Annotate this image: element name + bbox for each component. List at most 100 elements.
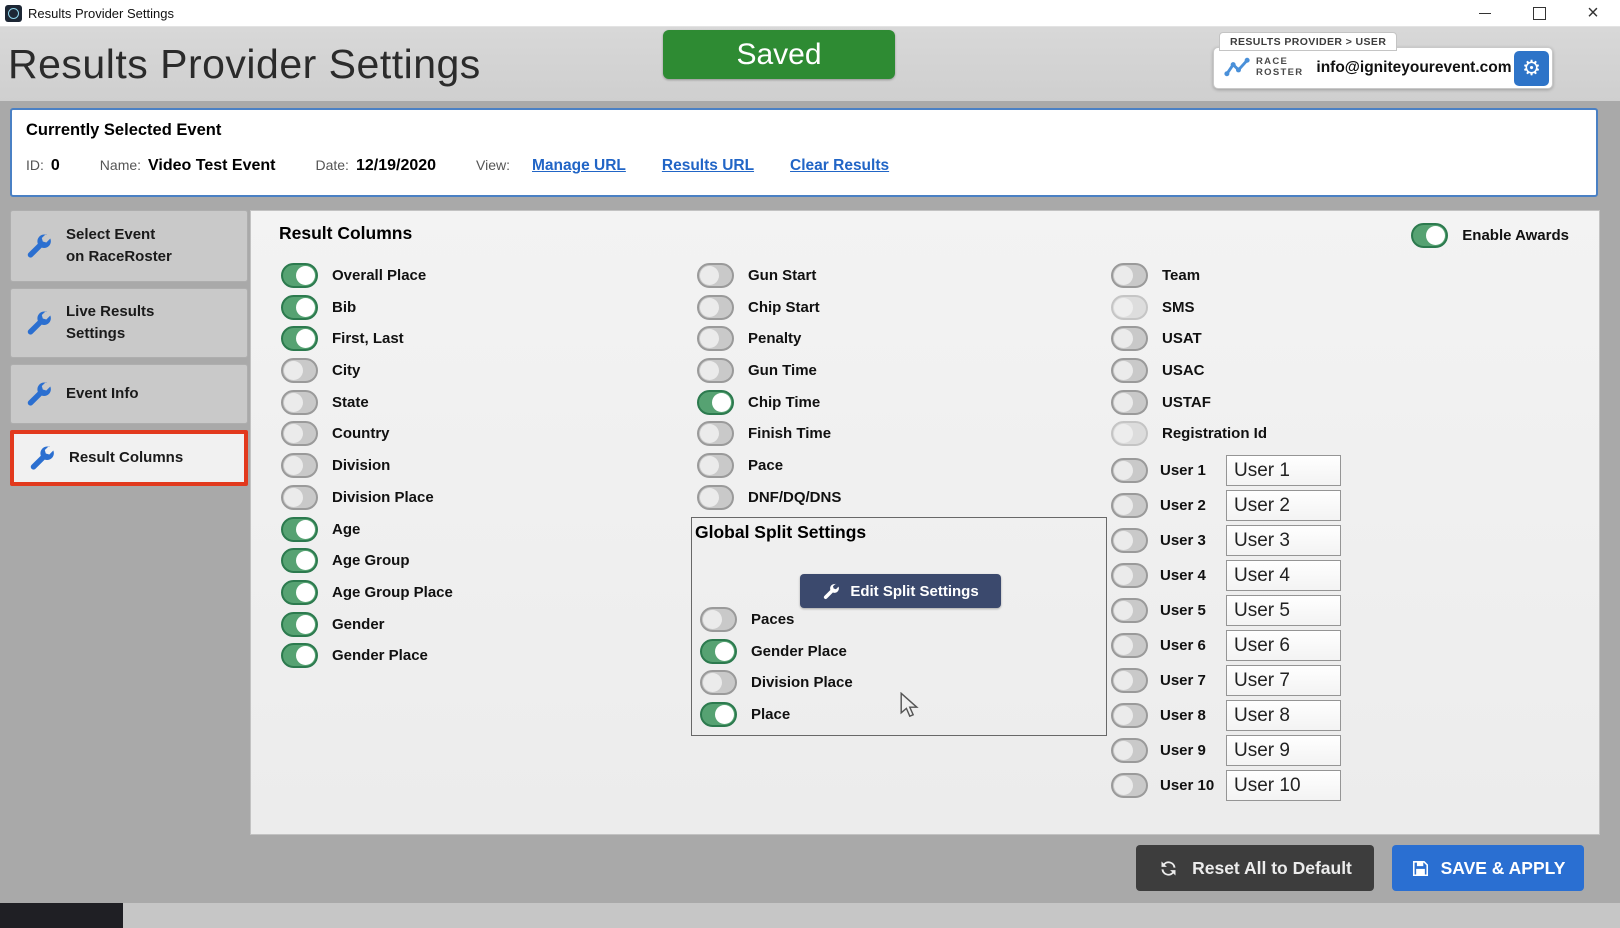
toggle-user-2[interactable] (1111, 493, 1148, 518)
toggle-division[interactable] (281, 453, 318, 478)
user-4-input[interactable] (1226, 560, 1341, 591)
toggle-label-age-group-place: Age Group Place (332, 584, 453, 601)
toggle-usat[interactable] (1111, 326, 1148, 351)
minimize-button[interactable] (1458, 0, 1512, 26)
toggle-label-usat: USAT (1162, 330, 1202, 347)
toggle-user-1[interactable] (1111, 458, 1148, 483)
race-roster-logo: RACE ROSTER (1224, 56, 1303, 80)
toggle-gender[interactable] (281, 612, 318, 637)
user-label-2: User 2 (1160, 497, 1222, 514)
toggle-division-place[interactable] (700, 670, 737, 695)
reset-all-button[interactable]: Reset All to Default (1136, 845, 1374, 891)
link-results-url[interactable]: Results URL (662, 157, 754, 175)
user-label-3: User 3 (1160, 532, 1222, 549)
save-apply-button[interactable]: SAVE & APPLY (1392, 845, 1584, 891)
window-titlebar: Results Provider Settings × (0, 0, 1620, 27)
toggle-pace[interactable] (697, 453, 734, 478)
reset-all-label: Reset All to Default (1192, 858, 1352, 879)
enable-awards-label: Enable Awards (1462, 227, 1569, 244)
user-3-input[interactable] (1226, 525, 1341, 556)
toggle-user-7[interactable] (1111, 668, 1148, 693)
toggle-registration-id[interactable] (1111, 421, 1148, 446)
sidebar-item-select-event-on-raceroster[interactable]: Select Eventon RaceRoster (10, 210, 248, 282)
toggle-bib[interactable] (281, 295, 318, 320)
toggle-sms[interactable] (1111, 295, 1148, 320)
user-9-input[interactable] (1226, 735, 1341, 766)
toggle-label-ustaf: USTAF (1162, 394, 1211, 411)
user-8-input[interactable] (1226, 700, 1341, 731)
toggle-age-group[interactable] (281, 548, 318, 573)
toggle-label-dnf-dq-dns: DNF/DQ/DNS (748, 489, 841, 506)
toggle-user-3[interactable] (1111, 528, 1148, 553)
user-label-5: User 5 (1160, 602, 1222, 619)
toggle-gender-place[interactable] (281, 643, 318, 668)
toggle-user-5[interactable] (1111, 598, 1148, 623)
toggle-user-10[interactable] (1111, 773, 1148, 798)
user-1-input[interactable] (1226, 455, 1341, 486)
mouse-cursor (898, 692, 920, 718)
toggle-label-gun-time: Gun Time (748, 362, 817, 379)
toggle-label-age-group: Age Group (332, 552, 410, 569)
toggle-user-4[interactable] (1111, 563, 1148, 588)
edit-split-settings-button[interactable]: Edit Split Settings (800, 574, 1001, 608)
toggle-gender-place[interactable] (700, 639, 737, 664)
toggle-label-registration-id: Registration Id (1162, 425, 1267, 442)
user-row-10: User 10 (1111, 769, 1341, 802)
toggle-gun-start[interactable] (697, 263, 734, 288)
toggle-row: Gender Place (700, 639, 853, 664)
toggle-row: First, Last (281, 326, 453, 351)
toggle-chip-start[interactable] (697, 295, 734, 320)
toggle-chip-time[interactable] (697, 390, 734, 415)
toggle-first-last[interactable] (281, 326, 318, 351)
user-10-input[interactable] (1226, 770, 1341, 801)
settings-button[interactable]: ⚙ (1514, 51, 1549, 86)
wrench-icon (28, 445, 54, 471)
toggle-user-9[interactable] (1111, 738, 1148, 763)
toggle-team[interactable] (1111, 263, 1148, 288)
toggle-usac[interactable] (1111, 358, 1148, 383)
account-email: info@igniteyourevent.com (1316, 59, 1511, 77)
toggle-row: Registration Id (1111, 421, 1267, 446)
toggle-penalty[interactable] (697, 326, 734, 351)
user-7-input[interactable] (1226, 665, 1341, 696)
toggle-row: SMS (1111, 295, 1267, 320)
user-label-6: User 6 (1160, 637, 1222, 654)
toggle-dnf-dq-dns[interactable] (697, 485, 734, 510)
toggle-gun-time[interactable] (697, 358, 734, 383)
toggle-row: Gender (281, 612, 453, 637)
toggle-row: City (281, 358, 453, 383)
sidebar-item-event-info[interactable]: Event Info (10, 364, 248, 424)
toggle-row: Age Group (281, 548, 453, 573)
user-2-input[interactable] (1226, 490, 1341, 521)
link-clear-results[interactable]: Clear Results (790, 157, 889, 175)
toggle-user-6[interactable] (1111, 633, 1148, 658)
user-6-input[interactable] (1226, 630, 1341, 661)
sidebar-item-live-results-settings[interactable]: Live ResultsSettings (10, 288, 248, 358)
sidebar-item-result-columns[interactable]: Result Columns (10, 430, 248, 486)
toggle-user-8[interactable] (1111, 703, 1148, 728)
maximize-button[interactable] (1512, 0, 1566, 26)
toggle-age-group-place[interactable] (281, 580, 318, 605)
breadcrumb: RESULTS PROVIDER > USER (1219, 32, 1397, 51)
user-5-input[interactable] (1226, 595, 1341, 626)
toggle-row: Pace (697, 453, 841, 478)
toggle-state[interactable] (281, 390, 318, 415)
toggle-finish-time[interactable] (697, 421, 734, 446)
bottom-strip (0, 903, 1620, 928)
maximize-icon (1533, 7, 1546, 20)
toggle-row: Bib (281, 295, 453, 320)
toggle-ustaf[interactable] (1111, 390, 1148, 415)
close-button[interactable]: × (1566, 0, 1620, 26)
toggle-paces[interactable] (700, 607, 737, 632)
toggle-age[interactable] (281, 517, 318, 542)
close-icon: × (1587, 2, 1599, 25)
section-heading: Result Columns (279, 223, 412, 244)
link-manage-url[interactable]: Manage URL (532, 157, 626, 175)
toggle-city[interactable] (281, 358, 318, 383)
toggle-division-place[interactable] (281, 485, 318, 510)
user-row-5: User 5 (1111, 594, 1341, 627)
toggle-place[interactable] (700, 702, 737, 727)
toggle-overall-place[interactable] (281, 263, 318, 288)
toggle-country[interactable] (281, 421, 318, 446)
toggle-enable-awards[interactable] (1411, 223, 1448, 248)
